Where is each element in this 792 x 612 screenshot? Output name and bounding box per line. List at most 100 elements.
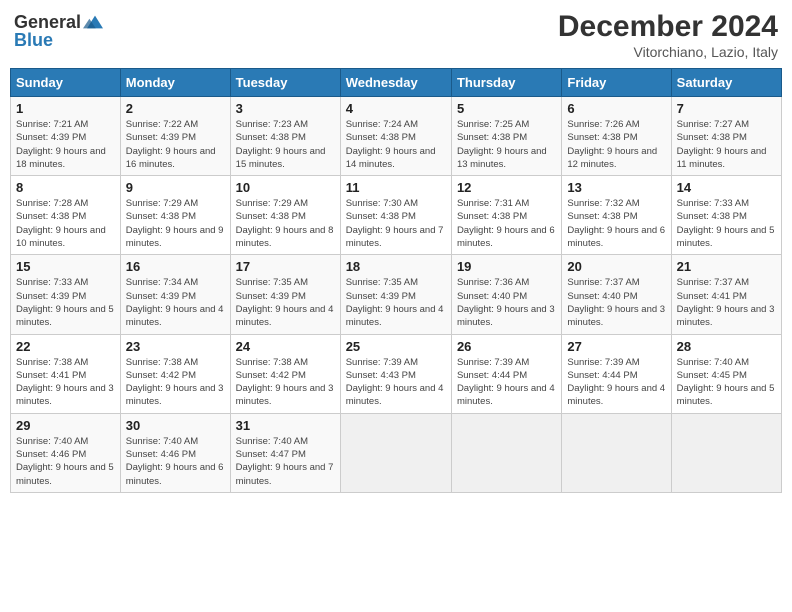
calendar-header-row: SundayMondayTuesdayWednesdayThursdayFrid… (11, 69, 782, 97)
calendar-cell (340, 413, 451, 492)
calendar-cell: 31 Sunrise: 7:40 AMSunset: 4:47 PMDayligh… (230, 413, 340, 492)
day-number: 31 (236, 418, 335, 433)
day-info: Sunrise: 7:31 AMSunset: 4:38 PMDaylight:… (457, 197, 556, 250)
day-number: 19 (457, 259, 556, 274)
calendar-cell: 30 Sunrise: 7:40 AMSunset: 4:46 PMDayligh… (120, 413, 230, 492)
day-info: Sunrise: 7:35 AMSunset: 4:39 PMDaylight:… (346, 276, 446, 329)
day-number: 27 (567, 339, 665, 354)
day-info: Sunrise: 7:28 AMSunset: 4:38 PMDaylight:… (16, 197, 115, 250)
calendar-cell: 13 Sunrise: 7:32 AMSunset: 4:38 PMDayligh… (562, 176, 671, 255)
day-number: 7 (677, 101, 776, 116)
day-number: 1 (16, 101, 115, 116)
title-block: December 2024 Vitorchiano, Lazio, Italy (558, 10, 778, 60)
day-number: 25 (346, 339, 446, 354)
day-number: 23 (126, 339, 225, 354)
day-number: 6 (567, 101, 665, 116)
day-number: 15 (16, 259, 115, 274)
day-info: Sunrise: 7:35 AMSunset: 4:39 PMDaylight:… (236, 276, 335, 329)
day-info: Sunrise: 7:32 AMSunset: 4:38 PMDaylight:… (567, 197, 665, 250)
calendar-header-sunday: Sunday (11, 69, 121, 97)
day-info: Sunrise: 7:26 AMSunset: 4:38 PMDaylight:… (567, 118, 665, 171)
day-info: Sunrise: 7:39 AMSunset: 4:44 PMDaylight:… (567, 356, 665, 409)
calendar-cell: 2 Sunrise: 7:22 AMSunset: 4:39 PMDaylight… (120, 97, 230, 176)
day-info: Sunrise: 7:40 AMSunset: 4:47 PMDaylight:… (236, 435, 335, 488)
day-number: 28 (677, 339, 776, 354)
calendar-header-thursday: Thursday (451, 69, 561, 97)
calendar-cell: 29 Sunrise: 7:40 AMSunset: 4:46 PMDayligh… (11, 413, 121, 492)
calendar-cell (451, 413, 561, 492)
day-info: Sunrise: 7:38 AMSunset: 4:42 PMDaylight:… (236, 356, 335, 409)
calendar-cell: 16Sunrise: 7:34 AMSunset: 4:39 PMDayligh… (120, 255, 230, 334)
day-info: Sunrise: 7:29 AMSunset: 4:38 PMDaylight:… (126, 197, 225, 250)
calendar-cell: 25Sunrise: 7:39 AMSunset: 4:43 PMDayligh… (340, 334, 451, 413)
calendar-cell: 26 Sunrise: 7:39 AMSunset: 4:44 PMDayligh… (451, 334, 561, 413)
calendar-week-row: 8 Sunrise: 7:28 AMSunset: 4:38 PMDaylight… (11, 176, 782, 255)
day-info: Sunrise: 7:30 AMSunset: 4:38 PMDaylight:… (346, 197, 446, 250)
calendar-cell: 11Sunrise: 7:30 AMSunset: 4:38 PMDayligh… (340, 176, 451, 255)
calendar-header-saturday: Saturday (671, 69, 781, 97)
day-number: 9 (126, 180, 225, 195)
calendar-cell: 8 Sunrise: 7:28 AMSunset: 4:38 PMDaylight… (11, 176, 121, 255)
day-number: 13 (567, 180, 665, 195)
calendar-header-monday: Monday (120, 69, 230, 97)
calendar-cell: 7Sunrise: 7:27 AMSunset: 4:38 PMDaylight… (671, 97, 781, 176)
calendar-cell (562, 413, 671, 492)
calendar-header-friday: Friday (562, 69, 671, 97)
logo: General Blue (14, 10, 107, 51)
day-info: Sunrise: 7:24 AMSunset: 4:38 PMDaylight:… (346, 118, 446, 171)
day-info: Sunrise: 7:39 AMSunset: 4:44 PMDaylight:… (457, 356, 556, 409)
calendar-cell: 17Sunrise: 7:35 AMSunset: 4:39 PMDayligh… (230, 255, 340, 334)
calendar-cell: 3 Sunrise: 7:23 AMSunset: 4:38 PMDaylight… (230, 97, 340, 176)
day-info: Sunrise: 7:34 AMSunset: 4:39 PMDaylight:… (126, 276, 225, 329)
day-info: Sunrise: 7:40 AMSunset: 4:46 PMDaylight:… (126, 435, 225, 488)
calendar-table: SundayMondayTuesdayWednesdayThursdayFrid… (10, 68, 782, 493)
logo-icon (83, 10, 107, 34)
logo-blue-text: Blue (14, 30, 53, 51)
calendar-cell: 23Sunrise: 7:38 AMSunset: 4:42 PMDayligh… (120, 334, 230, 413)
calendar-cell: 24 Sunrise: 7:38 AMSunset: 4:42 PMDayligh… (230, 334, 340, 413)
calendar-header-tuesday: Tuesday (230, 69, 340, 97)
day-number: 26 (457, 339, 556, 354)
day-info: Sunrise: 7:21 AMSunset: 4:39 PMDaylight:… (16, 118, 115, 171)
calendar-cell: 15Sunrise: 7:33 AMSunset: 4:39 PMDayligh… (11, 255, 121, 334)
day-number: 14 (677, 180, 776, 195)
calendar-cell: 12Sunrise: 7:31 AMSunset: 4:38 PMDayligh… (451, 176, 561, 255)
calendar-cell: 9 Sunrise: 7:29 AMSunset: 4:38 PMDaylight… (120, 176, 230, 255)
day-info: Sunrise: 7:40 AMSunset: 4:45 PMDaylight:… (677, 356, 776, 409)
calendar-cell: 10Sunrise: 7:29 AMSunset: 4:38 PMDayligh… (230, 176, 340, 255)
day-number: 22 (16, 339, 115, 354)
calendar-week-row: 1 Sunrise: 7:21 AMSunset: 4:39 PMDaylight… (11, 97, 782, 176)
calendar-week-row: 22 Sunrise: 7:38 AMSunset: 4:41 PMDayligh… (11, 334, 782, 413)
day-number: 29 (16, 418, 115, 433)
day-info: Sunrise: 7:37 AMSunset: 4:41 PMDaylight:… (677, 276, 776, 329)
day-number: 24 (236, 339, 335, 354)
location-title: Vitorchiano, Lazio, Italy (558, 44, 778, 60)
day-info: Sunrise: 7:23 AMSunset: 4:38 PMDaylight:… (236, 118, 335, 171)
day-number: 5 (457, 101, 556, 116)
calendar-header-wednesday: Wednesday (340, 69, 451, 97)
calendar-cell: 5 Sunrise: 7:25 AMSunset: 4:38 PMDaylight… (451, 97, 561, 176)
page-header: General Blue December 2024 Vitorchiano, … (10, 10, 782, 60)
day-info: Sunrise: 7:25 AMSunset: 4:38 PMDaylight:… (457, 118, 556, 171)
day-number: 8 (16, 180, 115, 195)
calendar-cell: 6 Sunrise: 7:26 AMSunset: 4:38 PMDaylight… (562, 97, 671, 176)
day-number: 4 (346, 101, 446, 116)
day-number: 18 (346, 259, 446, 274)
day-number: 3 (236, 101, 335, 116)
day-number: 2 (126, 101, 225, 116)
day-number: 10 (236, 180, 335, 195)
calendar-cell: 1 Sunrise: 7:21 AMSunset: 4:39 PMDaylight… (11, 97, 121, 176)
day-info: Sunrise: 7:38 AMSunset: 4:41 PMDaylight:… (16, 356, 115, 409)
month-title: December 2024 (558, 10, 778, 44)
calendar-cell: 27 Sunrise: 7:39 AMSunset: 4:44 PMDayligh… (562, 334, 671, 413)
calendar-week-row: 15Sunrise: 7:33 AMSunset: 4:39 PMDayligh… (11, 255, 782, 334)
calendar-cell: 18 Sunrise: 7:35 AMSunset: 4:39 PMDayligh… (340, 255, 451, 334)
day-info: Sunrise: 7:33 AMSunset: 4:38 PMDaylight:… (677, 197, 776, 250)
day-info: Sunrise: 7:40 AMSunset: 4:46 PMDaylight:… (16, 435, 115, 488)
calendar-cell: 4 Sunrise: 7:24 AMSunset: 4:38 PMDaylight… (340, 97, 451, 176)
day-info: Sunrise: 7:22 AMSunset: 4:39 PMDaylight:… (126, 118, 225, 171)
calendar-cell: 28 Sunrise: 7:40 AMSunset: 4:45 PMDayligh… (671, 334, 781, 413)
day-info: Sunrise: 7:36 AMSunset: 4:40 PMDaylight:… (457, 276, 556, 329)
day-number: 30 (126, 418, 225, 433)
calendar-cell: 21Sunrise: 7:37 AMSunset: 4:41 PMDayligh… (671, 255, 781, 334)
